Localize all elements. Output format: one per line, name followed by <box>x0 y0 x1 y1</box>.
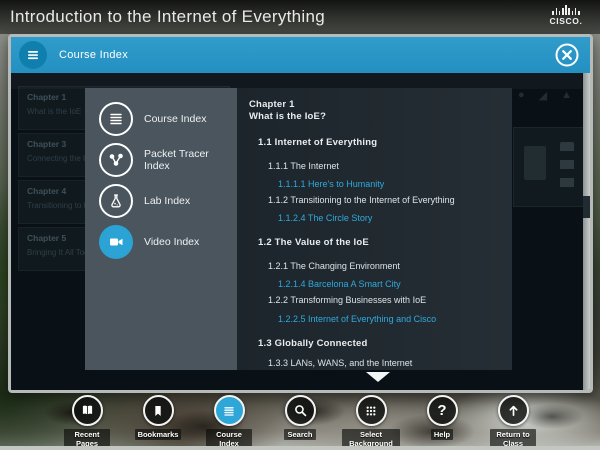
cisco-logo-text: cisco. <box>545 16 587 26</box>
question-icon: ? <box>427 395 458 426</box>
index-link[interactable]: 1.1.2.4 The Circle Story <box>237 213 512 224</box>
cisco-logo-bars <box>545 5 587 15</box>
list-circle-icon <box>99 102 133 136</box>
sidebar-item-course-index[interactable]: Course Index <box>85 98 237 139</box>
video-camera-icon <box>99 225 133 259</box>
index-topic[interactable]: 1.1.1 The Internet <box>237 161 512 172</box>
section-heading: 1.3 Globally Connected <box>237 338 512 349</box>
sidebar-item-label: Lab Index <box>144 195 190 207</box>
search-icon <box>285 395 316 426</box>
dock-search-button[interactable]: Search <box>270 395 330 449</box>
section-heading: 1.2 The Value of the IoE <box>237 237 512 248</box>
dock-bookmarks-button[interactable]: Bookmarks <box>128 395 188 449</box>
index-link[interactable]: 1.2.2.5 Internet of Everything and Cisco <box>237 314 512 325</box>
page-scrollbar-thumb[interactable] <box>583 196 590 218</box>
dock-return-to-class-button[interactable]: Return to Class <box>483 395 543 449</box>
chapter-title: What is the IoE? <box>237 111 512 122</box>
scroll-down-triangle-icon[interactable] <box>366 372 390 382</box>
title-bar: Introduction to the Internet of Everythi… <box>0 0 600 34</box>
sidebar-item-label: Course Index <box>144 113 206 125</box>
network-nodes-icon <box>99 143 133 177</box>
pages-icon <box>72 395 103 426</box>
up-arrow-icon <box>498 395 529 426</box>
list-icon <box>214 395 245 426</box>
sidebar-item-label: Video Index <box>144 236 199 248</box>
dock-label: Bookmarks <box>135 429 182 440</box>
dock-label: Search <box>284 429 315 440</box>
dock-course-index-button[interactable]: Course Index <box>199 395 259 449</box>
flask-icon <box>99 184 133 218</box>
dock-recent-pages-button[interactable]: Recent Pages <box>57 395 117 449</box>
dock-select-background-button[interactable]: Select Background <box>341 395 401 449</box>
index-topic[interactable]: 1.3.3 LANs, WANS, and the Internet <box>237 358 512 369</box>
course-title: Introduction to the Internet of Everythi… <box>10 7 325 27</box>
dimmed-toolbar-icons: ●◢▲ <box>518 89 572 102</box>
dock-help-button[interactable]: ? Help <box>412 395 472 449</box>
sidebar-item-lab-index[interactable]: Lab Index <box>85 180 237 221</box>
section-heading: 1.1 Internet of Everything <box>237 137 512 148</box>
sidebar-item-label: Packet Tracer Index <box>144 148 237 172</box>
grid-dots-icon <box>356 395 387 426</box>
index-topic[interactable]: 1.2.1 The Changing Environment <box>237 261 512 272</box>
chapter-label: Chapter 1 <box>237 99 512 110</box>
dimmed-content-tile <box>513 127 585 207</box>
index-sidebar: Course Index Packet Tracer Index <box>85 88 237 370</box>
index-content-panel: Chapter 1 What is the IoE? 1.1 Internet … <box>237 88 512 370</box>
dialog-title: Course Index <box>59 49 128 61</box>
course-index-dialog: Course Index Chapter 1 What is the IoE C… <box>8 34 593 393</box>
close-button[interactable] <box>554 42 580 68</box>
cisco-logo: cisco. <box>545 5 587 26</box>
sidebar-item-packet-tracer-index[interactable]: Packet Tracer Index <box>85 139 237 180</box>
menu-hamburger-button[interactable] <box>19 41 47 69</box>
index-topic[interactable]: 1.1.2 Transitioning to the Internet of E… <box>237 195 512 206</box>
close-x-icon <box>554 42 580 68</box>
sidebar-item-video-index[interactable]: Video Index <box>85 221 237 262</box>
bottom-edge-strip <box>0 446 600 450</box>
index-link[interactable]: 1.1.1.1 Here's to Humanity <box>237 179 512 190</box>
dock-label: Help <box>431 429 453 440</box>
hamburger-icon <box>25 47 41 63</box>
index-link[interactable]: 1.2.1.4 Barcelona A Smart City <box>237 279 512 290</box>
index-topic[interactable]: 1.2.2 Transforming Businesses with IoE <box>237 295 512 306</box>
dialog-body: Chapter 1 What is the IoE Chapter 3 Conn… <box>11 73 590 390</box>
dialog-header: Course Index <box>11 37 590 73</box>
bottom-dock: Recent Pages Bookmarks Course Index <box>0 395 600 449</box>
bookmark-icon <box>143 395 174 426</box>
page-scrollbar-track[interactable] <box>583 73 590 390</box>
screen: Introduction to the Internet of Everythi… <box>0 0 600 450</box>
